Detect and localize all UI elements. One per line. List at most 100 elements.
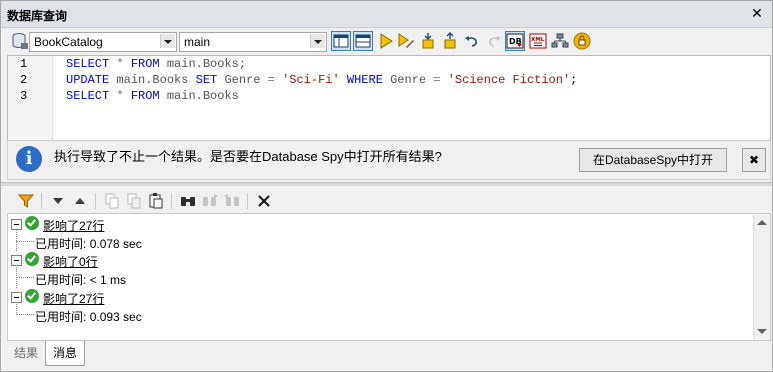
results-toolbar	[7, 190, 769, 212]
code-token: FROM	[130, 57, 160, 71]
chevron-down-icon[interactable]	[160, 34, 175, 48]
success-icon	[25, 216, 39, 230]
elapsed-time-text: 已用时间: 0.093 sec	[35, 308, 142, 325]
message-item[interactable]: 影响了0行	[8, 252, 748, 270]
paste-icon[interactable]	[147, 192, 165, 210]
database-query-window: 数据库查询 ✕ BookCatalog main DB XML 1 2 3 SE…	[0, 0, 773, 372]
redo-icon[interactable]	[485, 32, 503, 50]
affected-rows-link[interactable]: 影响了0行	[43, 253, 98, 270]
elapsed-time-row: 已用时间: 0.093 sec	[8, 307, 748, 325]
previous-icon[interactable]	[71, 192, 89, 210]
find-previous-icon[interactable]	[223, 192, 241, 210]
code-line[interactable]: SELECT * FROM main.Books;	[66, 57, 246, 71]
copy-all-icon[interactable]	[125, 192, 143, 210]
toolbar-separator	[171, 193, 172, 209]
infobar-message: 执行导致了不止一个结果。是否要在Database Spy中打开所有结果?	[54, 149, 442, 164]
editor-layout-icon	[333, 34, 349, 48]
line-number: 1	[20, 57, 28, 71]
elapsed-value: < 1 ms	[89, 273, 127, 287]
scroll-down-icon[interactable]	[757, 329, 767, 334]
lock-icon[interactable]	[573, 32, 591, 50]
tab-messages[interactable]: 消息	[45, 341, 85, 366]
query-toolbar: BookCatalog main DB XML	[1, 28, 772, 54]
results-layout-button[interactable]	[353, 31, 373, 51]
line-number-gutter: 1 2 3	[8, 56, 53, 140]
elapsed-label: 已用时间:	[35, 273, 87, 287]
code-token: main.Books	[116, 73, 189, 87]
message-item[interactable]: 影响了27行	[8, 216, 748, 234]
title-bar: 数据库查询 ✕	[1, 1, 772, 28]
elapsed-time-row: 已用时间: 0.078 sec	[8, 234, 748, 252]
code-token: SET	[195, 73, 218, 87]
execute-for-edit-icon[interactable]	[397, 32, 415, 50]
line-number: 3	[20, 89, 28, 103]
schema-value: main	[184, 35, 211, 49]
next-icon[interactable]	[49, 192, 67, 210]
connections-icon[interactable]	[551, 32, 569, 50]
svg-text:XML: XML	[531, 37, 545, 43]
code-token: ;	[570, 73, 578, 87]
close-infobar-button[interactable]: ✖	[742, 148, 766, 172]
elapsed-label: 已用时间:	[35, 237, 87, 251]
code-line[interactable]: SELECT * FROM main.Books	[66, 89, 239, 103]
elapsed-time-row: 已用时间: < 1 ms	[8, 270, 748, 288]
tab-results[interactable]: 结果	[7, 341, 45, 365]
results-tabs: 结果 消息	[7, 341, 769, 369]
elapsed-label: 已用时间:	[35, 310, 87, 324]
code-token: *	[116, 57, 124, 71]
vertical-scrollbar[interactable]	[753, 214, 770, 340]
collapse-toggle[interactable]	[11, 255, 22, 266]
datasource-value: BookCatalog	[34, 35, 103, 49]
collapse-toggle[interactable]	[11, 219, 22, 230]
code-token: WHERE	[346, 73, 383, 87]
messages-pane: 影响了27行 已用时间: 0.078 sec 影响了0行 已用时间: < 1 m…	[7, 213, 771, 341]
code-token: 'Science Fiction'	[447, 73, 571, 87]
affected-rows-link[interactable]: 影响了27行	[43, 290, 104, 307]
database-icon	[12, 33, 28, 49]
code-token: =	[267, 73, 275, 87]
code-token: SELECT	[66, 57, 110, 71]
success-icon	[25, 289, 39, 303]
code-token: UPDATE	[66, 73, 110, 87]
collapse-toggle[interactable]	[11, 292, 22, 303]
multiple-results-infobar: i 执行导致了不止一个结果。是否要在Database Spy中打开所有结果? 在…	[7, 140, 771, 180]
elapsed-time-text: 已用时间: 0.078 sec	[35, 235, 142, 252]
chevron-down-icon[interactable]	[310, 34, 325, 48]
execute-icon[interactable]	[377, 32, 395, 50]
xml-icon[interactable]: XML	[529, 32, 547, 50]
undo-icon[interactable]	[463, 32, 481, 50]
info-icon: i	[16, 146, 42, 172]
schema-select[interactable]: main	[179, 32, 327, 52]
code-line[interactable]: UPDATE main.Books SET Genre = 'Sci-Fi' W…	[66, 73, 577, 87]
datasource-select[interactable]: BookCatalog	[29, 32, 177, 52]
affected-rows-link[interactable]: 影响了27行	[43, 217, 104, 234]
pane-splitter[interactable]	[1, 182, 772, 186]
find-icon[interactable]	[179, 192, 197, 210]
close-icon[interactable]: ✕	[748, 4, 766, 22]
copy-icon[interactable]	[103, 192, 121, 210]
message-item[interactable]: 影响了27行	[8, 289, 748, 307]
success-icon	[25, 252, 39, 266]
db-view-button[interactable]: DB	[505, 31, 525, 51]
sql-editor[interactable]: 1 2 3 SELECT * FROM main.Books; UPDATE m…	[7, 55, 771, 141]
filter-icon[interactable]	[17, 192, 35, 210]
code-token: =	[433, 73, 441, 87]
find-next-icon[interactable]	[201, 192, 219, 210]
import-icon[interactable]	[419, 32, 437, 50]
window-title: 数据库查询	[7, 9, 68, 23]
scroll-up-icon[interactable]	[757, 220, 767, 225]
elapsed-value: 0.093 sec	[89, 310, 142, 324]
code-token: FROM	[130, 89, 160, 103]
code-token: SELECT	[66, 89, 110, 103]
clear-icon[interactable]	[255, 192, 273, 210]
toolbar-separator	[247, 193, 248, 209]
db-icon: DB	[506, 33, 524, 49]
export-icon[interactable]	[441, 32, 459, 50]
open-in-databasespy-button[interactable]: 在DatabaseSpy中打开	[579, 148, 727, 172]
editor-layout-button[interactable]	[331, 31, 351, 51]
